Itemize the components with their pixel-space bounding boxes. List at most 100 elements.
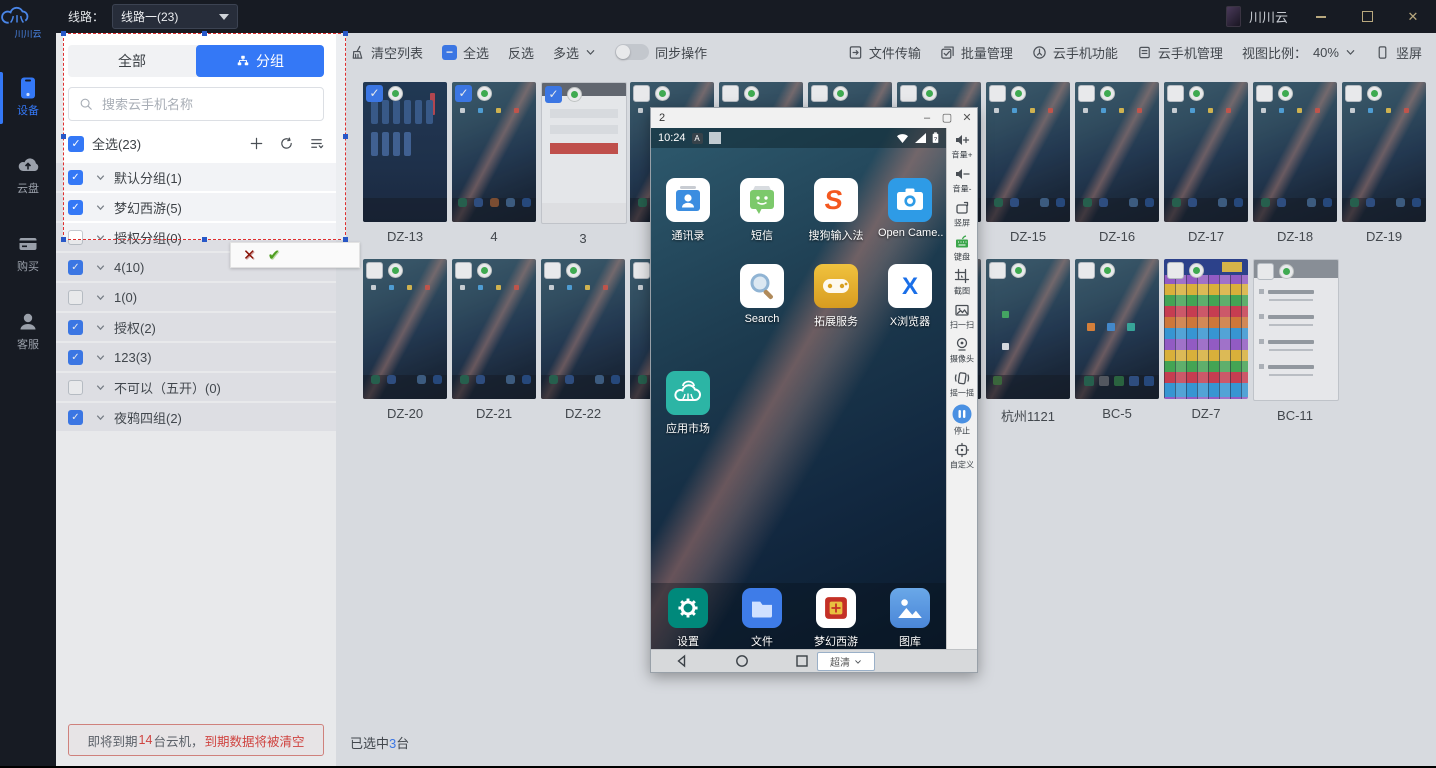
phone-device-icon xyxy=(16,76,40,100)
notification-icon xyxy=(709,132,721,144)
magnifier-icon xyxy=(740,264,784,308)
input-method-badge: A xyxy=(692,133,703,144)
sidebar-item-label: 云盘 xyxy=(0,180,56,196)
popup-title: 2 xyxy=(659,112,917,124)
screenshot-button[interactable]: 截图 xyxy=(947,268,977,297)
popup-title-bar[interactable]: 2 – ▢ ✕ xyxy=(651,108,977,128)
line-select-dropdown[interactable]: 线路一(23) xyxy=(112,4,238,29)
resize-handle[interactable] xyxy=(343,134,348,139)
custom-button[interactable]: 自定义 xyxy=(947,442,977,471)
svg-text:X: X xyxy=(902,273,918,300)
svg-text:S: S xyxy=(823,184,844,215)
phone-tools-sidebar: 音量+ 音量- 竖屏 键盘 截图 xyxy=(946,128,977,649)
sidebar-item-devices[interactable]: 设备 xyxy=(0,76,56,118)
app-logo: 川川云 xyxy=(0,0,56,40)
stream-quality-dropdown[interactable]: 超清 xyxy=(817,652,875,671)
recents-icon[interactable] xyxy=(795,654,809,668)
line-label: 线路： xyxy=(68,8,104,25)
maximize-button[interactable] xyxy=(1344,0,1390,33)
confirm-selection-icon[interactable] xyxy=(268,246,281,265)
settings-gear-icon xyxy=(668,588,708,628)
app-search[interactable]: Search xyxy=(730,264,794,325)
shake-button[interactable]: 摇一摇 xyxy=(947,370,977,399)
phone-control-window: 2 – ▢ ✕ 10:24 A ? xyxy=(650,107,978,673)
sidebar-item-cloud-disk[interactable]: 云盘 xyxy=(0,154,56,196)
chevron-down-icon xyxy=(854,658,862,666)
dim-overlay xyxy=(56,33,63,768)
home-icon[interactable] xyxy=(735,654,749,668)
maximize-icon xyxy=(1362,11,1373,22)
status-time: 10:24 xyxy=(658,132,686,144)
svg-text:?: ? xyxy=(934,137,937,143)
app-settings[interactable]: 设置 xyxy=(656,588,720,649)
resize-handle[interactable] xyxy=(61,134,66,139)
bank-card-icon xyxy=(16,232,40,256)
resize-handle[interactable] xyxy=(202,31,207,36)
customer-service-icon xyxy=(16,310,40,334)
volume-down-button[interactable]: 音量- xyxy=(947,166,977,195)
back-icon[interactable] xyxy=(675,654,689,668)
keyboard-button[interactable]: 键盘 xyxy=(947,234,977,263)
cloud-logo-icon xyxy=(0,5,34,29)
resize-handle[interactable] xyxy=(61,31,66,36)
quality-value: 超清 xyxy=(830,654,850,669)
app-gallery[interactable]: 图库 xyxy=(878,588,942,649)
sogou-icon: S xyxy=(814,178,858,222)
sidebar-item-label: 设备 xyxy=(0,102,56,118)
phone-nav-bar: 超清 xyxy=(651,649,977,672)
dim-overlay xyxy=(63,240,346,768)
sidebar-item-label: 客服 xyxy=(0,336,56,352)
sidebar-item-label: 购买 xyxy=(0,258,56,274)
popup-maximize-button[interactable]: ▢ xyxy=(937,108,957,128)
popup-close-button[interactable]: ✕ xyxy=(957,108,977,128)
gallery-icon xyxy=(890,588,930,628)
app-sogou-input[interactable]: S 搜狗输入法 xyxy=(804,178,868,243)
taskbar-thumbnail xyxy=(1226,6,1241,27)
app-window: 川川云 设备 云盘 购买 xyxy=(0,0,1436,768)
window-title: 川川云 xyxy=(1249,7,1288,26)
scan-button[interactable]: 扫一扫 xyxy=(947,302,977,331)
x-browser-icon: X xyxy=(888,264,932,308)
logo-text: 川川云 xyxy=(0,27,56,40)
phone-status-bar: 10:24 A ? xyxy=(651,128,946,148)
folder-icon xyxy=(742,588,782,628)
phone-screen[interactable]: 10:24 A ? 通讯录 xyxy=(651,128,946,649)
camera-icon xyxy=(888,178,932,222)
volume-up-button[interactable]: 音量+ xyxy=(947,132,977,161)
annotation-selection-rect[interactable] xyxy=(63,33,346,240)
game-icon xyxy=(816,588,856,628)
sidebar-item-purchase[interactable]: 购买 xyxy=(0,232,56,274)
webcam-button[interactable]: 摄像头 xyxy=(947,336,977,365)
app-market[interactable]: 应用市场 xyxy=(656,371,720,436)
sms-icon xyxy=(740,178,784,222)
cloud-disk-icon xyxy=(16,154,40,178)
nav-rail: 川川云 设备 云盘 购买 xyxy=(0,0,56,768)
battery-icon: ? xyxy=(932,132,939,144)
app-x-browser[interactable]: X X浏览器 xyxy=(878,264,942,329)
popup-minimize-button[interactable]: – xyxy=(917,108,937,128)
app-menghuan-game[interactable]: 梦幻西游 xyxy=(804,588,868,649)
resize-handle[interactable] xyxy=(61,237,66,242)
annotation-toolbar xyxy=(230,242,360,268)
rotate-portrait-button[interactable]: 竖屏 xyxy=(947,200,977,229)
chevron-down-icon xyxy=(219,14,229,20)
resize-handle[interactable] xyxy=(202,237,207,242)
line-select-value: 线路一(23) xyxy=(121,8,178,25)
app-files[interactable]: 文件 xyxy=(730,588,794,649)
resize-handle[interactable] xyxy=(343,31,348,36)
app-sms[interactable]: 短信 xyxy=(730,178,794,243)
minimize-button[interactable] xyxy=(1298,0,1344,33)
app-contacts[interactable]: 通讯录 xyxy=(656,178,720,243)
app-market-icon xyxy=(666,371,710,415)
stop-button[interactable]: 停止 xyxy=(947,404,977,437)
contacts-icon xyxy=(666,178,710,222)
minimize-icon xyxy=(1316,16,1326,18)
cancel-selection-icon[interactable] xyxy=(243,246,256,265)
app-extend-service[interactable]: 拓展服务 xyxy=(804,264,868,329)
title-bar: 线路： 线路一(23) 川川云 xyxy=(56,0,1436,33)
phone-dock: 设置 文件 梦幻西游 xyxy=(651,583,946,649)
app-open-camera[interactable]: Open Came.. xyxy=(878,178,942,239)
sidebar-item-support[interactable]: 客服 xyxy=(0,310,56,352)
close-button[interactable] xyxy=(1390,0,1436,33)
gamepad-icon xyxy=(814,264,858,308)
